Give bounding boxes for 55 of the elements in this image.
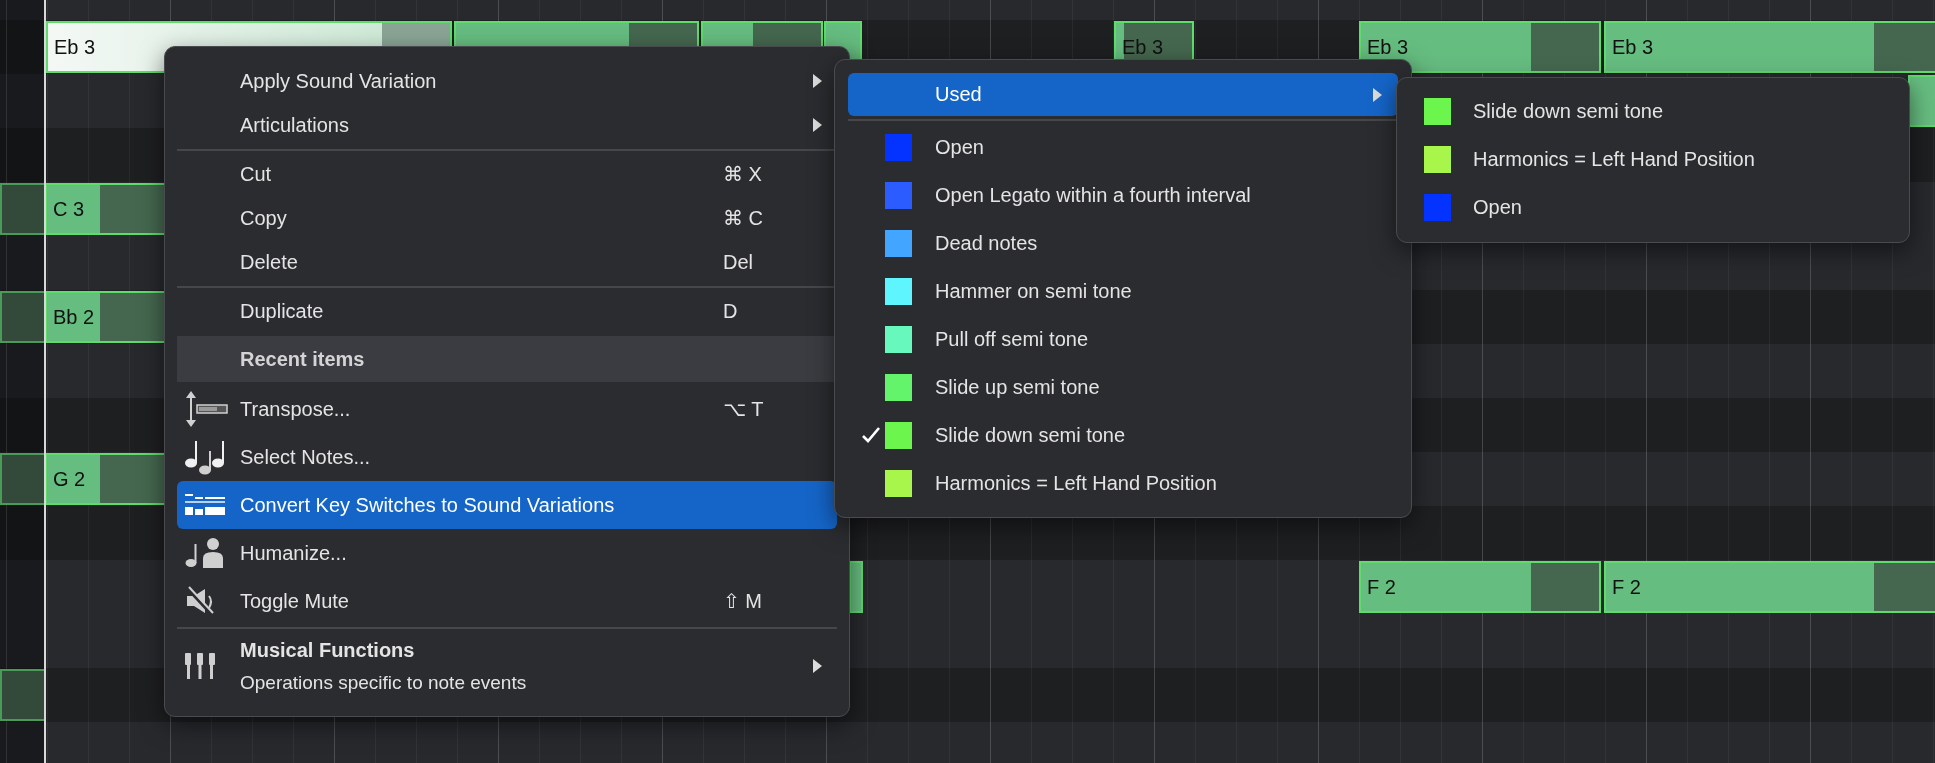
menu-item[interactable]: Open Legato within a fourth interval [848,171,1398,219]
menu-item[interactable]: Pull off semi tone [848,315,1398,363]
checkmark-icon [861,426,881,444]
menu-item[interactable]: Convert Key Switches to Sound Variations [177,481,837,529]
menu-item[interactable]: Toggle Mute ⇧ M [177,577,837,625]
menu-item[interactable]: Humanize... [177,529,837,577]
shortcut-label: Del [723,250,754,274]
menu-item[interactable]: Harmonics = Left Hand Position [848,459,1398,507]
menu-item[interactable]: Hammer on semi tone [848,267,1398,315]
shortcut-label: ⌘ C [723,206,764,230]
menu-item[interactable]: Transpose... ⌥ T [177,385,837,433]
menu-item[interactable]: Select Notes... [177,433,837,481]
note-label: Eb 3 [1612,35,1654,59]
menu-item[interactable]: Open [1397,183,1909,231]
menu-item[interactable]: Dead notes [848,219,1398,267]
shortcut-label: ⌘ X [723,162,763,186]
midi-note[interactable] [0,453,46,505]
menu-item[interactable]: Duplicate D [177,289,837,333]
midi-note[interactable]: Eb 3 [1604,21,1935,73]
transpose-icon [185,389,229,429]
note-label: Bb 2 [53,305,95,329]
menu-item-description: Operations specific to note events [240,671,528,694]
menu-item[interactable]: Slide up semi tone [848,363,1398,411]
midi-note[interactable] [0,183,46,235]
midi-note[interactable] [0,291,46,343]
menu-item[interactable]: Musical Functions Operations specific to note events [177,630,837,702]
note-label: Eb 3 [54,35,96,59]
midi-note[interactable] [0,669,46,721]
note-and-person-icon [185,538,225,568]
note-label: F 2 [1367,575,1396,599]
menu-item[interactable]: Slide down semi tone [848,411,1398,459]
shortcut-label: ⌥ T [723,397,765,421]
note-label: G 2 [53,467,86,491]
muted-speaker-icon [185,586,217,616]
note-label: C 3 [53,197,85,221]
midi-note[interactable]: F 2 [1359,561,1601,613]
key-switch-icon [185,494,225,516]
menu-item[interactable]: Harmonics = Left Hand Position [1397,135,1909,183]
menu-item[interactable]: Delete Del [177,240,837,284]
midi-note[interactable]: Eb 3 [1359,21,1601,73]
shortcut-label: D [723,299,739,323]
menu-item[interactable]: Slide down semi tone [1397,87,1909,135]
menu-item[interactable]: Apply Sound Variation [177,59,837,103]
menu-item[interactable]: Used [848,73,1398,116]
menu-item[interactable]: Articulations [177,103,837,147]
midi-note[interactable]: F 2 [1604,561,1935,613]
piano-keys-icon [185,653,215,679]
menu-item-title: Musical Functions [240,638,416,662]
menu-section-header: Recent items [177,336,837,382]
menu-item[interactable]: Cut ⌘ X [177,152,837,196]
menu-item[interactable]: Copy ⌘ C [177,196,837,240]
shortcut-label: ⇧ M [723,589,763,613]
menu-item[interactable]: Open [848,123,1398,171]
note-label: Eb 3 [1367,35,1409,59]
note-label: F 2 [1612,575,1641,599]
